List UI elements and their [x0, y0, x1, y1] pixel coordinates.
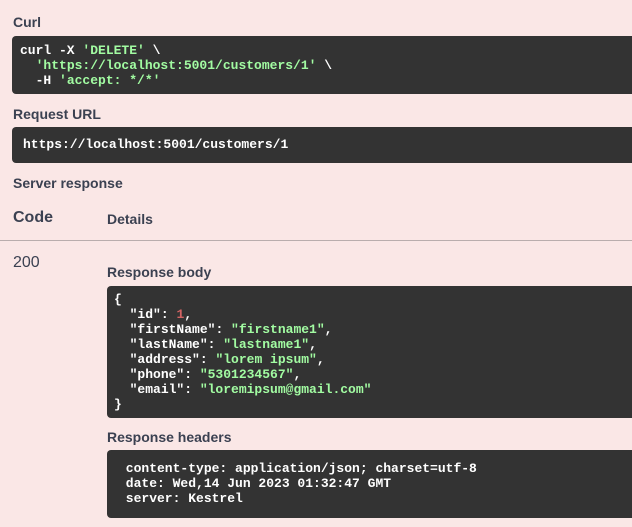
json-key: "lastName" [129, 337, 208, 352]
curl-continuation: \ [144, 43, 161, 58]
curl-url: 'https://localhost:5001/customers/1' [35, 58, 317, 73]
json-key: "email" [129, 382, 185, 397]
json-comma: , [184, 307, 193, 322]
json-key: "address" [129, 352, 200, 367]
curl-code-block[interactable]: curl -X 'DELETE' \ 'https://localhost:50… [12, 36, 632, 94]
json-value: "loremipsum@gmail.com" [199, 382, 372, 397]
response-headers-block[interactable]: content-type: application/json; charset=… [107, 450, 632, 518]
json-comma: , [293, 367, 302, 382]
json-value: "5301234567" [199, 367, 294, 382]
json-field: "lastName": "lastname1", [129, 337, 317, 352]
json-comma: , [324, 322, 333, 337]
json-value: "lastname1" [223, 337, 310, 352]
json-field: "address": "lorem ipsum", [129, 352, 325, 367]
curl-line-1: curl -X 'DELETE' \ [20, 43, 632, 58]
request-url-box[interactable]: https://localhost:5001/customers/1 [12, 127, 632, 163]
json-value: "firstname1" [231, 322, 325, 337]
header-line: content-type: application/json; charset=… [118, 461, 485, 476]
curl-indent [20, 58, 36, 73]
response-code: 200 [13, 254, 40, 271]
json-field: "phone": "5301234567", [129, 367, 302, 382]
curl-method: 'DELETE' [82, 43, 145, 58]
curl-header-value: 'accept: */*' [59, 73, 161, 88]
json-key: "id" [129, 307, 161, 322]
curl-label: Curl [13, 14, 41, 30]
table-divider [0, 240, 632, 241]
json-comma: , [316, 352, 325, 367]
curl-continuation: \ [316, 58, 333, 73]
json-key: "firstName" [129, 322, 216, 337]
json-close-brace: } [114, 397, 122, 412]
json-field: "firstName": "firstname1", [129, 322, 333, 337]
json-value: "lorem ipsum" [215, 352, 317, 367]
response-headers-label: Response headers [107, 429, 232, 445]
curl-line-3: -H 'accept: */*' [20, 73, 632, 88]
header-line: date: Wed,14 Jun 2023 01:32:47 GMT [118, 476, 399, 491]
code-column-header: Code [13, 209, 53, 226]
json-field: "email": "loremipsum@gmail.com" [129, 382, 372, 397]
server-response-label: Server response [13, 175, 123, 191]
curl-header-flag: -H [20, 73, 60, 88]
request-url-label: Request URL [13, 106, 101, 122]
response-body-label: Response body [107, 264, 212, 280]
details-column-header: Details [107, 211, 153, 227]
curl-command: curl -X [20, 43, 83, 58]
json-key: "phone" [129, 367, 185, 382]
request-url-value: https://localhost:5001/customers/1 [23, 137, 289, 152]
json-open-brace: { [114, 292, 122, 307]
response-body-block[interactable]: { "id": 1, "firstName": "firstname1", "l… [107, 286, 632, 418]
header-line: server: Kestrel [118, 491, 251, 506]
json-comma: , [309, 337, 317, 352]
curl-line-2: 'https://localhost:5001/customers/1' \ [20, 58, 632, 73]
json-field: "id": 1, [129, 307, 193, 322]
